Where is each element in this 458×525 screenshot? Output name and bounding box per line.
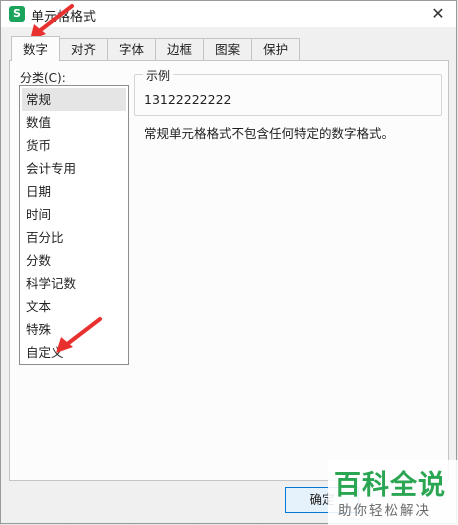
wps-app-icon: S: [9, 6, 25, 22]
tab-font[interactable]: 字体: [107, 38, 157, 60]
watermark-title: 百科全说: [334, 470, 446, 501]
category-item-special[interactable]: 特殊: [22, 318, 126, 341]
sample-groupbox: 示例 13122222222: [134, 67, 442, 116]
dialog-title: 单元格格式: [31, 10, 97, 25]
watermark: 百科全说 助你轻松解决: [328, 460, 458, 525]
tab-border[interactable]: 边框: [155, 38, 205, 60]
close-button[interactable]: ✕: [426, 3, 450, 25]
sample-legend: 示例: [143, 67, 174, 84]
number-tab-panel: 分类(C): 常规 数值 货币 会计专用 日期 时间 百分比 分数 科学记数 文…: [9, 60, 449, 481]
format-cells-dialog: S 单元格格式 ✕ 数字 对齐 字体 边框 图案 保护 分类(C): 常规 数值…: [0, 0, 457, 524]
category-item-accounting[interactable]: 会计专用: [22, 157, 126, 180]
tab-protection[interactable]: 保护: [251, 38, 301, 60]
category-item-custom[interactable]: 自定义: [22, 341, 126, 364]
format-description: 常规单元格格式不包含任何特定的数字格式。: [144, 126, 395, 141]
category-item-percentage[interactable]: 百分比: [22, 226, 126, 249]
category-item-scientific[interactable]: 科学记数: [22, 272, 126, 295]
category-item-general[interactable]: 常规: [22, 88, 126, 111]
tab-number[interactable]: 数字: [11, 36, 61, 61]
category-item-fraction[interactable]: 分数: [22, 249, 126, 272]
sample-value: 13122222222: [144, 92, 232, 107]
category-item-text[interactable]: 文本: [22, 295, 126, 318]
title-bar: S 单元格格式 ✕: [1, 1, 456, 27]
tab-alignment[interactable]: 对齐: [59, 38, 109, 60]
watermark-subtitle: 助你轻松解决: [338, 503, 431, 519]
category-item-time[interactable]: 时间: [22, 203, 126, 226]
tab-pattern[interactable]: 图案: [203, 38, 253, 60]
category-label: 分类(C):: [20, 71, 66, 85]
category-item-date[interactable]: 日期: [22, 180, 126, 203]
category-item-number[interactable]: 数值: [22, 111, 126, 134]
category-list[interactable]: 常规 数值 货币 会计专用 日期 时间 百分比 分数 科学记数 文本 特殊 自定…: [19, 85, 129, 365]
tab-strip: 数字 对齐 字体 边框 图案 保护: [11, 36, 301, 61]
category-item-currency[interactable]: 货币: [22, 134, 126, 157]
